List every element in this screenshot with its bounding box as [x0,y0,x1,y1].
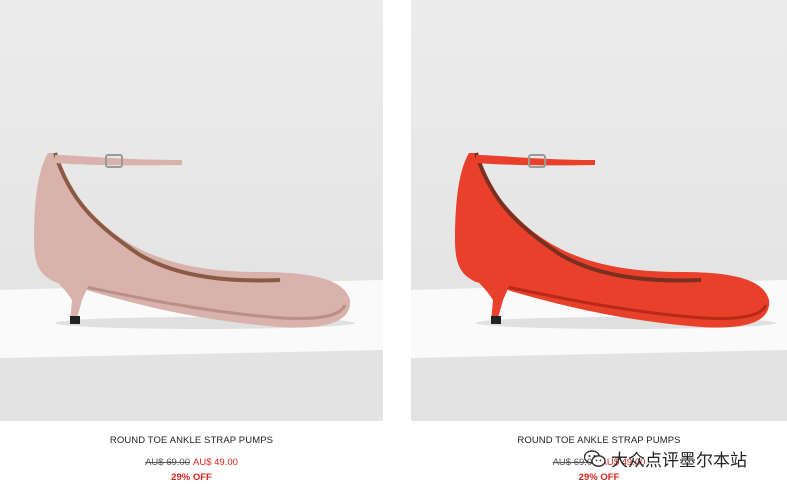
product-card[interactable]: ROUND TOE ANKLE STRAP PUMPS AU$ 69.00 AU$… [411,0,787,493]
product-image[interactable] [411,0,787,421]
price-row: AU$ 69.00 AU$ 49.00 [0,457,383,468]
watermark-text: 大众点评墨尔本站 [611,451,747,471]
discount-label: 29% OFF [578,472,620,483]
product-name[interactable]: ROUND TOE ANKLE STRAP PUMPS [411,435,787,446]
wechat-icon [583,449,606,468]
sale-price: AU$ 49.00 [193,457,238,468]
product-name[interactable]: ROUND TOE ANKLE STRAP PUMPS [0,435,383,446]
product-image[interactable] [0,0,383,421]
discount-label: 29% OFF [171,472,212,483]
original-price: AU$ 69.00 [145,457,190,468]
product-card[interactable]: ROUND TOE ANKLE STRAP PUMPS AU$ 69.00 AU$… [0,0,383,493]
watermark: 大众点评墨尔本站 [583,446,747,471]
